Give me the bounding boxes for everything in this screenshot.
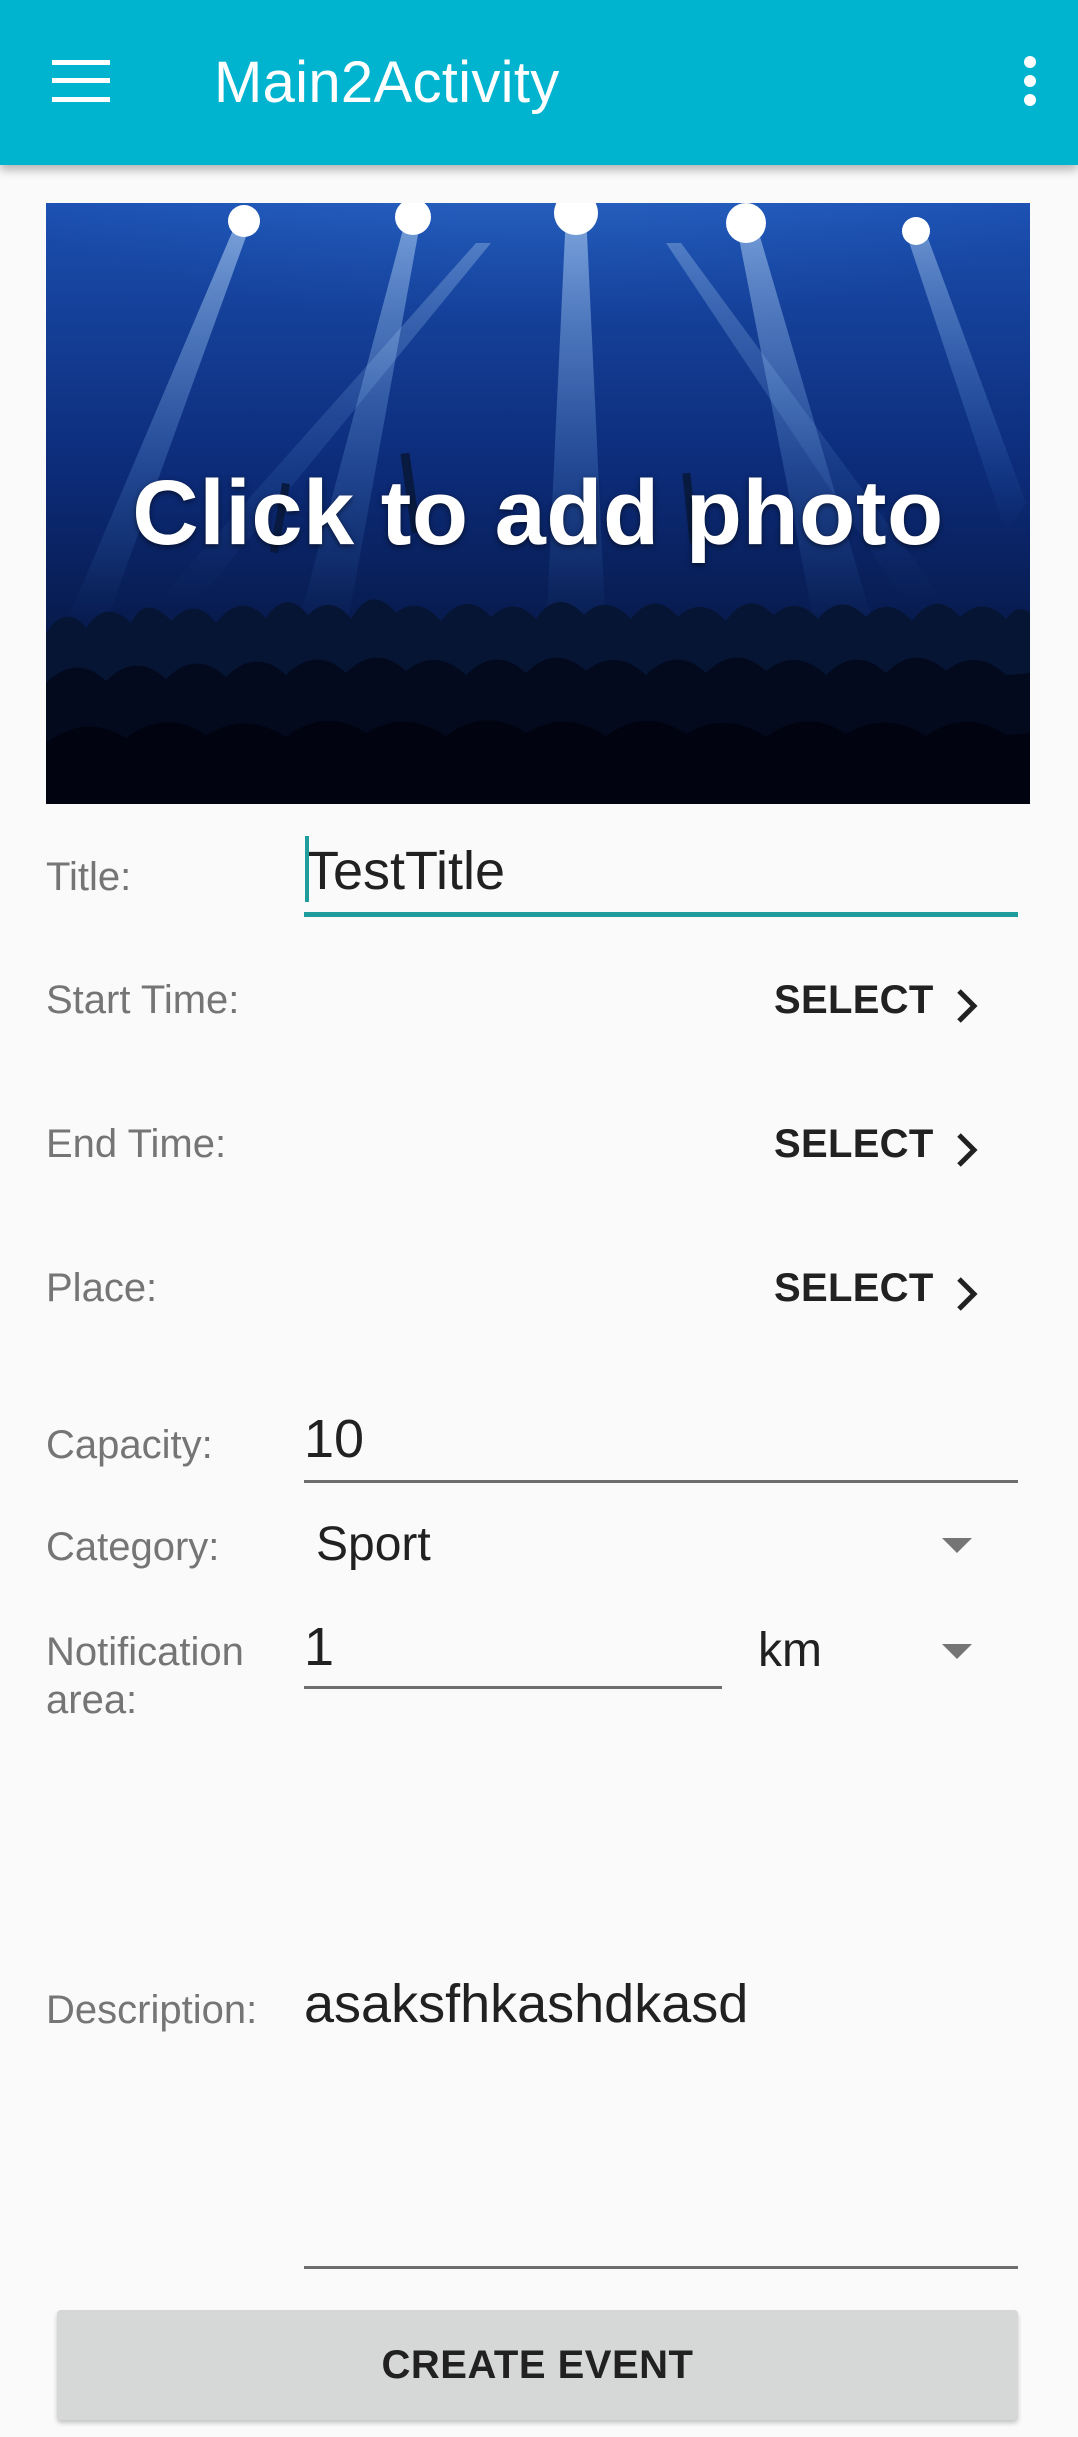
overflow-menu-button[interactable] — [1000, 45, 1060, 117]
chevron-right-icon — [956, 1133, 978, 1167]
end-time-select-button[interactable]: SELECT — [774, 1104, 1014, 1184]
description-input-underline — [304, 2266, 1018, 2269]
category-dropdown[interactable]: Sport — [304, 1504, 1004, 1584]
description-label: Description: — [46, 1988, 258, 2032]
create-event-label: CREATE EVENT — [381, 2342, 694, 2387]
capacity-label: Capacity: — [46, 1423, 213, 1467]
title-input-underline — [304, 912, 1018, 917]
app-bar: Main2Activity — [0, 0, 1078, 165]
start-time-label: Start Time: — [46, 978, 240, 1022]
notification-area-label: Notification area: — [46, 1628, 244, 1724]
distance-unit-selected-value: km — [758, 1623, 822, 1677]
notification-area-input[interactable]: 1 — [304, 1616, 334, 1678]
create-event-button[interactable]: CREATE EVENT — [57, 2310, 1018, 2420]
capacity-input[interactable]: 10 — [304, 1408, 364, 1470]
place-select-label: SELECT — [774, 1265, 934, 1310]
menu-button[interactable] — [40, 45, 122, 117]
dropdown-arrow-icon — [942, 1644, 972, 1659]
text-cursor — [305, 836, 309, 902]
app-title: Main2Activity — [214, 50, 560, 115]
category-selected-value: Sport — [316, 1517, 431, 1571]
add-photo-banner[interactable]: Click to add photo — [46, 203, 1030, 804]
title-label: Title: — [46, 855, 132, 899]
add-photo-text: Click to add photo — [132, 462, 944, 564]
chevron-right-icon — [956, 989, 978, 1023]
notification-area-input-underline — [304, 1686, 722, 1689]
start-time-select-button[interactable]: SELECT — [774, 960, 1014, 1040]
start-time-select-label: SELECT — [774, 977, 934, 1022]
place-label: Place: — [46, 1266, 158, 1310]
title-input[interactable]: TestTitle — [306, 840, 505, 902]
dropdown-arrow-icon — [942, 1538, 972, 1553]
distance-unit-dropdown[interactable]: km — [758, 1610, 1004, 1690]
capacity-input-underline — [304, 1480, 1018, 1483]
place-select-button[interactable]: SELECT — [774, 1248, 1014, 1328]
end-time-label: End Time: — [46, 1122, 227, 1166]
chevron-right-icon — [956, 1277, 978, 1311]
notification-area-label-line2: area: — [46, 1678, 138, 1722]
description-input[interactable]: asaksfhkashdkasd — [304, 1973, 748, 2035]
notification-area-label-line1: Notification — [46, 1630, 244, 1674]
hamburger-menu-icon — [52, 60, 110, 102]
end-time-select-label: SELECT — [774, 1121, 934, 1166]
more-vert-icon — [1024, 56, 1036, 106]
category-label: Category: — [46, 1525, 220, 1569]
